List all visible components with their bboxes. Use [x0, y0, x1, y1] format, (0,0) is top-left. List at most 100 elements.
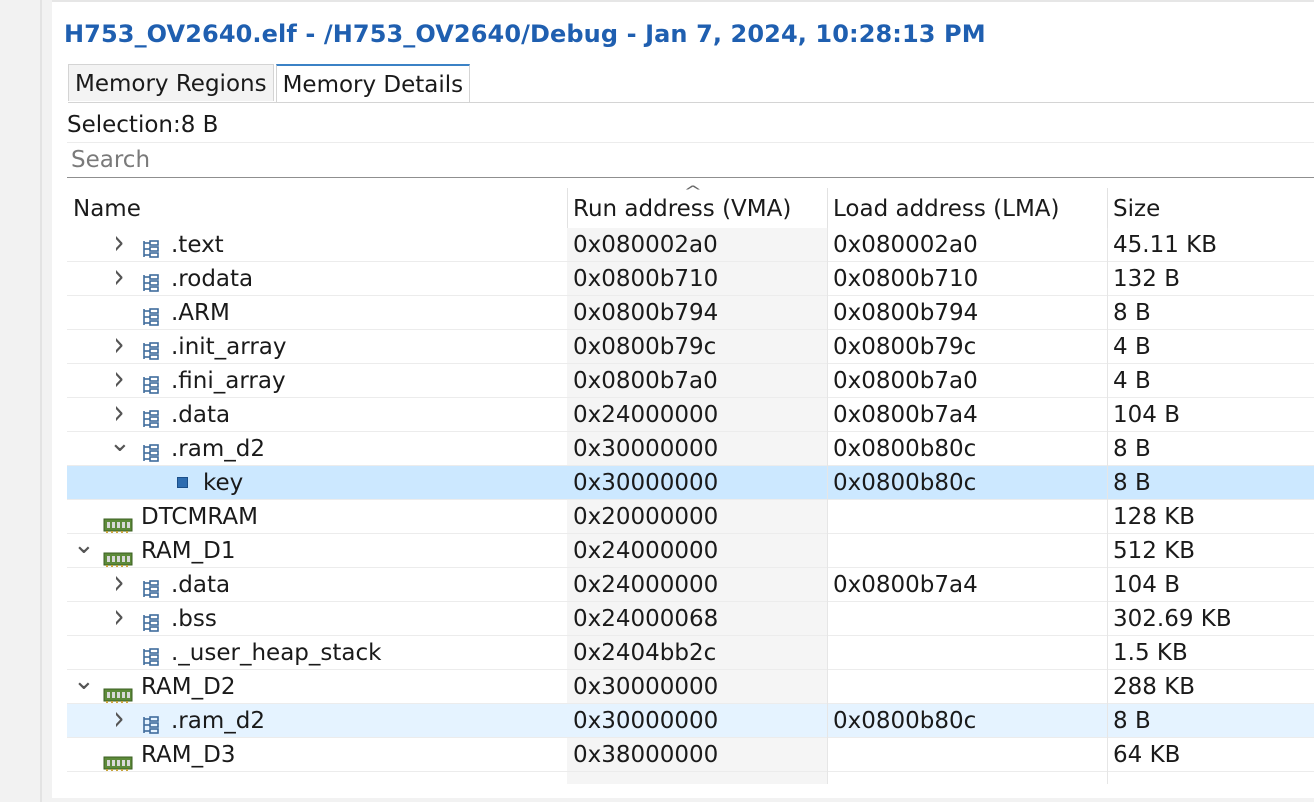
size-cell: 4 B	[1113, 334, 1151, 360]
vma-cell: 0x0800b710	[573, 266, 719, 292]
lma-cell	[827, 500, 1107, 533]
tab-memory-details[interactable]: Memory Details	[275, 64, 471, 103]
name-cell: › .rodata	[67, 258, 567, 295]
vma-cell: 0x0800b794	[573, 300, 719, 326]
table-row[interactable]: › .bss 0x24000068 302.69 KB	[67, 598, 1314, 636]
memory-details-panel: H753_OV2640.elf - /H753_OV2640/Debug - J…	[52, 0, 1314, 798]
size-cell: 64 KB	[1113, 742, 1181, 768]
vma-cell: 0x20000000	[573, 504, 719, 530]
name-cell: › .fini_array	[67, 360, 567, 397]
tab-memory-regions[interactable]: Memory Regions	[68, 64, 274, 101]
row-name-label: RAM_D1	[141, 538, 236, 564]
table-row[interactable]: › .ram_d2 0x30000000 0x0800b80c 8 B	[67, 700, 1314, 738]
page-title: H753_OV2640.elf - /H753_OV2640/Debug - J…	[64, 20, 986, 48]
size-cell: 302.69 KB	[1113, 606, 1232, 632]
table-row[interactable]: key 0x30000000 0x0800b80c 8 B	[67, 466, 1314, 500]
vma-cell: 0x24000000	[573, 402, 719, 428]
row-name-label: .ram_d2	[171, 436, 265, 462]
chevron-down-icon[interactable]: ⌄	[73, 668, 95, 703]
size-cell: 8 B	[1113, 470, 1151, 496]
row-name-label: .ARM	[171, 300, 230, 326]
chevron-down-icon[interactable]: ⌄	[109, 430, 131, 465]
table-header: Name Run address (VMA) ^ Load address (L…	[67, 184, 1314, 228]
lma-cell: 0x0800b7a4	[833, 572, 978, 598]
chevron-right-icon[interactable]: ›	[109, 700, 129, 741]
memory-chip-icon	[103, 509, 133, 533]
name-cell: RAM_D3	[67, 738, 567, 771]
table-row[interactable]: ⌄ .ram_d2 0x30000000 0x0800b80c 8 B	[67, 430, 1314, 466]
vma-cell: 0x24000000	[573, 538, 719, 564]
lma-cell	[827, 670, 1107, 703]
vma-cell: 0x30000000	[573, 708, 719, 734]
memory-chip-icon	[103, 679, 133, 703]
column-header-name[interactable]: Name	[67, 188, 567, 228]
lma-cell: 0x0800b7a4	[833, 402, 978, 428]
table-row[interactable]: ._user_heap_stack 0x2404bb2c 1.5 KB	[67, 636, 1314, 670]
name-cell: › .data	[67, 394, 567, 431]
table-row[interactable]: RAM_D3 0x38000000 64 KB	[67, 738, 1314, 772]
section-tree-icon	[141, 439, 161, 462]
lma-cell: 0x0800b80c	[833, 436, 977, 462]
vma-cell: 0x30000000	[573, 436, 719, 462]
row-name-label: key	[203, 470, 244, 496]
lma-cell: 0x0800b794	[833, 300, 979, 326]
vma-cell: 0x38000000	[573, 742, 719, 768]
column-divider	[827, 228, 828, 784]
table-row[interactable]: DTCMRAM 0x20000000 128 KB	[67, 500, 1314, 534]
row-name-label: DTCMRAM	[141, 504, 258, 530]
lma-cell: 0x0800b80c	[833, 470, 977, 496]
chevron-right-icon[interactable]: ›	[109, 258, 129, 299]
table-row[interactable]: › .data 0x24000000 0x0800b7a4 104 B	[67, 564, 1314, 602]
section-tree-icon	[141, 235, 161, 258]
name-cell: ⌄ RAM_D2	[67, 668, 567, 703]
name-cell: key	[67, 466, 567, 499]
name-cell: ⌄ RAM_D1	[67, 532, 567, 567]
vma-cell: 0x0800b79c	[573, 334, 717, 360]
table-row[interactable]: › .text 0x080002a0 0x080002a0 45.11 KB	[67, 224, 1314, 262]
name-cell: › .bss	[67, 598, 567, 635]
lma-cell: 0x0800b7a0	[833, 368, 978, 394]
memory-details-table: Name Run address (VMA) ^ Load address (L…	[67, 184, 1314, 784]
lma-cell	[827, 602, 1107, 635]
table-row[interactable]: .ARM 0x0800b794 0x0800b794 8 B	[67, 296, 1314, 330]
table-row[interactable]: › .init_array 0x0800b79c 0x0800b79c 4 B	[67, 326, 1314, 364]
section-tree-icon	[141, 643, 161, 666]
vma-cell: 0x2404bb2c	[573, 640, 717, 666]
section-tree-icon	[141, 405, 161, 428]
symbol-square-icon	[177, 477, 188, 488]
name-cell: › .ram_d2	[67, 700, 567, 737]
section-tree-icon	[141, 711, 161, 734]
tab-bar: Memory Regions Memory Details	[68, 64, 472, 103]
name-cell: .ARM	[67, 296, 567, 329]
lma-cell	[827, 636, 1107, 669]
row-name-label: .bss	[171, 606, 217, 632]
left-gutter	[0, 0, 40, 802]
memory-chip-icon	[103, 543, 133, 567]
section-tree-icon	[141, 371, 161, 394]
size-cell: 128 KB	[1113, 504, 1196, 530]
table-row[interactable]: › .rodata 0x0800b710 0x0800b710 132 B	[67, 258, 1314, 296]
selection-status: Selection:8 B	[67, 112, 219, 138]
chevron-down-icon[interactable]: ⌄	[73, 532, 95, 567]
table-row[interactable]: ⌄ RAM_D2 0x30000000 288 KB	[67, 668, 1314, 704]
vma-cell: 0x080002a0	[573, 232, 718, 258]
lma-cell: 0x0800b710	[833, 266, 979, 292]
vma-cell: 0x24000000	[573, 572, 719, 598]
name-cell: ._user_heap_stack	[67, 636, 567, 669]
size-cell: 104 B	[1113, 402, 1180, 428]
table-row[interactable]: ⌄ RAM_D1 0x24000000 512 KB	[67, 532, 1314, 568]
table-row[interactable]: › .data 0x24000000 0x0800b7a4 104 B	[67, 394, 1314, 432]
search-input[interactable]	[67, 142, 1314, 178]
size-cell: 8 B	[1113, 300, 1151, 326]
column-header-lma[interactable]: Load address (LMA)	[827, 188, 1107, 228]
name-cell: DTCMRAM	[67, 500, 567, 533]
column-header-size[interactable]: Size	[1107, 188, 1314, 228]
table-body: › .text 0x080002a0 0x080002a0 45.11 KB › .roda…	[67, 224, 1314, 772]
section-tree-icon	[141, 609, 161, 632]
name-cell: › .text	[67, 224, 567, 261]
chevron-right-icon[interactable]: ›	[109, 598, 129, 639]
row-name-label: .data	[171, 572, 231, 598]
name-cell: ⌄ .ram_d2	[67, 430, 567, 465]
vma-cell: 0x0800b7a0	[573, 368, 718, 394]
table-row[interactable]: › .fini_array 0x0800b7a0 0x0800b7a0 4 B	[67, 360, 1314, 398]
